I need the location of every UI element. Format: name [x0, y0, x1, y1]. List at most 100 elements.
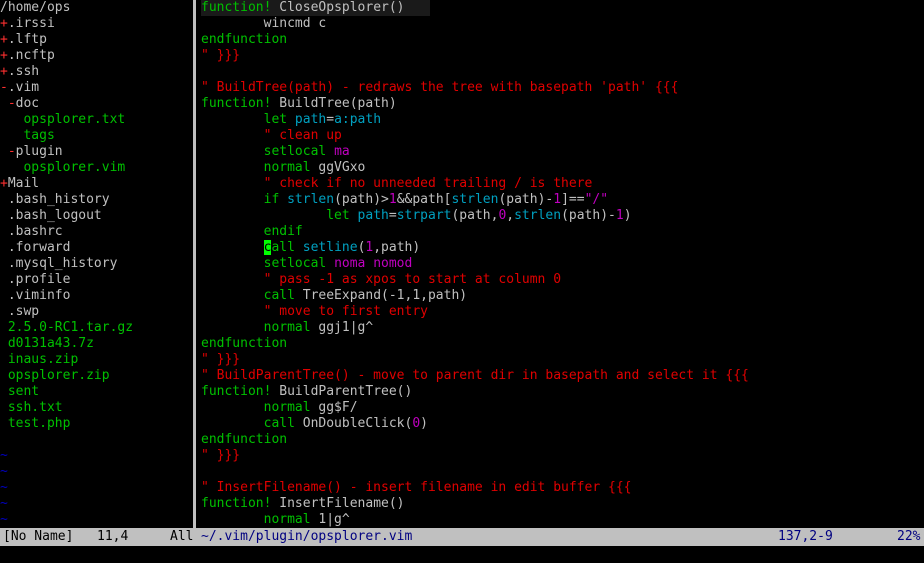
code-line[interactable]: call TreeExpand(-1,1,path)	[201, 288, 924, 304]
code-line[interactable]: endfunction	[201, 336, 924, 352]
tree-row[interactable]: .forward	[0, 240, 193, 256]
tree-row[interactable]	[0, 432, 193, 448]
tree-row[interactable]: /home/ops	[0, 0, 193, 16]
code-line[interactable]: wincmd c	[201, 16, 924, 32]
command-line[interactable]	[0, 546, 924, 563]
code-line[interactable]	[201, 464, 924, 480]
tree-row[interactable]: +.lftp	[0, 32, 193, 48]
code-line[interactable]: " }}}	[201, 448, 924, 464]
tree-row[interactable]: .viminfo	[0, 288, 193, 304]
tree-row[interactable]: -doc	[0, 96, 193, 112]
text-token: test.php	[0, 416, 71, 431]
code-line[interactable]: function! BuildTree(path)	[201, 96, 924, 112]
empty-line-marker: ~	[0, 448, 8, 463]
text-token: .viminfo	[0, 288, 71, 303]
tree-row[interactable]: sent	[0, 384, 193, 400]
tree-row[interactable]: ~	[0, 464, 193, 480]
tree-row[interactable]: .mysql_history	[0, 256, 193, 272]
text-token: (path)-	[561, 208, 616, 223]
tree-row[interactable]: +.irssi	[0, 16, 193, 32]
tree-row[interactable]: .swp	[0, 304, 193, 320]
code-line[interactable]: " }}}	[201, 48, 924, 64]
tree-row[interactable]: +Mail	[0, 176, 193, 192]
text-token: wincmd c	[201, 16, 327, 31]
tree-row[interactable]: +.ncftp	[0, 48, 193, 64]
editor-status-line[interactable]: ~/.vim/plugin/opsplorer.vim 137,2-9 22%	[197, 528, 924, 546]
text-token: strlen	[451, 192, 499, 207]
code-line[interactable]: call OnDoubleClick(0)	[201, 416, 924, 432]
code-line[interactable]: " }}}	[201, 352, 924, 368]
text-token: .swp	[0, 304, 40, 319]
code-line[interactable]: setlocal noma nomod	[201, 256, 924, 272]
text-token: let	[201, 112, 295, 127]
code-line[interactable]: endif	[201, 224, 924, 240]
code-line[interactable]: normal ggVGxo	[201, 160, 924, 176]
tree-row[interactable]: -plugin	[0, 144, 193, 160]
code-line[interactable]: normal ggj1|g^	[201, 320, 924, 336]
code-line[interactable]: " BuildParentTree() - move to parent dir…	[201, 368, 924, 384]
tree-row[interactable]: opsplorer.vim	[0, 160, 193, 176]
code-line[interactable]: setlocal ma	[201, 144, 924, 160]
tree-row[interactable]: d0131a43.7z	[0, 336, 193, 352]
editor-scroll-percent: 22%	[897, 529, 921, 544]
text-token: setline	[302, 240, 358, 255]
code-line[interactable]: function! CloseOpsplorer()	[201, 0, 430, 16]
text-token: endfunction	[201, 432, 288, 447]
code-line[interactable]: " BuildTree(path) - redraws the tree wit…	[201, 80, 924, 96]
code-line[interactable]: function! InsertFilename()	[201, 496, 924, 512]
tree-row[interactable]: opsplorer.zip	[0, 368, 193, 384]
code-line[interactable]: let path=a:path	[201, 112, 924, 128]
file-path: ~/.vim/plugin/opsplorer.vim	[201, 529, 413, 544]
empty-line-marker: ~	[0, 464, 8, 479]
code-line[interactable]: endfunction	[201, 32, 924, 48]
code-line[interactable]: call setline(1,path)	[201, 240, 924, 256]
tree-row[interactable]: inaus.zip	[0, 352, 193, 368]
text-token: .bashrc	[0, 224, 63, 239]
tree-row[interactable]: tags	[0, 128, 193, 144]
code-line[interactable]: normal gg$F/	[201, 400, 924, 416]
code-line[interactable]: if strlen(path)>1&&path[strlen(path)-1]=…	[201, 192, 924, 208]
tree-row[interactable]: 2.5.0-RC1.tar.gz	[0, 320, 193, 336]
tree-row[interactable]: ~	[0, 496, 193, 512]
code-line[interactable]: " InsertFilename() - insert filename in …	[201, 480, 924, 496]
text-token: ,path)	[373, 240, 421, 255]
code-line[interactable]: let path=strpart(path,0,strlen(path)-1)	[201, 208, 924, 224]
text-token: normal	[201, 320, 319, 335]
code-line[interactable]: " check if no unneeded trailing / is the…	[201, 176, 924, 192]
text-token: .lftp	[7, 32, 47, 47]
text-token: " }}}	[201, 48, 241, 63]
window-separator[interactable]	[193, 0, 196, 528]
tree-row[interactable]: opsplorer.txt	[0, 112, 193, 128]
code-line[interactable]: " pass -1 as xpos to start at column 0	[201, 272, 924, 288]
text-token: normal	[201, 400, 319, 415]
tree-status-line[interactable]: [No Name] 11,4 All	[0, 528, 197, 546]
tree-row[interactable]: test.php	[0, 416, 193, 432]
code-line[interactable]: " clean up	[201, 128, 924, 144]
empty-line-marker: ~	[0, 480, 8, 495]
text-token: BuildParentTree()	[279, 384, 413, 399]
text-token: call	[201, 288, 303, 303]
text-token: .ncftp	[7, 48, 55, 63]
text-token: endfunction	[201, 336, 288, 351]
text-token: d0131a43.7z	[0, 336, 94, 351]
tree-scroll-indicator: All	[170, 529, 194, 544]
tree-row[interactable]: .bashrc	[0, 224, 193, 240]
tree-row[interactable]: .bash_history	[0, 192, 193, 208]
tree-row[interactable]: ~	[0, 512, 193, 528]
code-line[interactable]: endfunction	[201, 432, 924, 448]
tree-row[interactable]: ssh.txt	[0, 400, 193, 416]
tree-row[interactable]: ~	[0, 480, 193, 496]
code-line[interactable]: function! BuildParentTree()	[201, 384, 924, 400]
code-line[interactable]	[201, 64, 924, 80]
editor-pane[interactable]: function! CloseOpsplorer() wincmd c endfu…	[201, 0, 924, 528]
tree-row[interactable]: +.ssh	[0, 64, 193, 80]
code-line[interactable]: " move to first entry	[201, 304, 924, 320]
tree-row[interactable]: .bash_logout	[0, 208, 193, 224]
tree-row[interactable]: -.vim	[0, 80, 193, 96]
text-token: 1	[615, 208, 624, 223]
text-token: -	[0, 96, 16, 111]
code-line[interactable]: normal 1|g^	[201, 512, 924, 528]
tree-row[interactable]: ~	[0, 448, 193, 464]
tree-row[interactable]: .profile	[0, 272, 193, 288]
file-tree-pane[interactable]: /home/ops +.irssi +.lftp +.ncftp +.ssh -.vim …	[0, 0, 193, 528]
